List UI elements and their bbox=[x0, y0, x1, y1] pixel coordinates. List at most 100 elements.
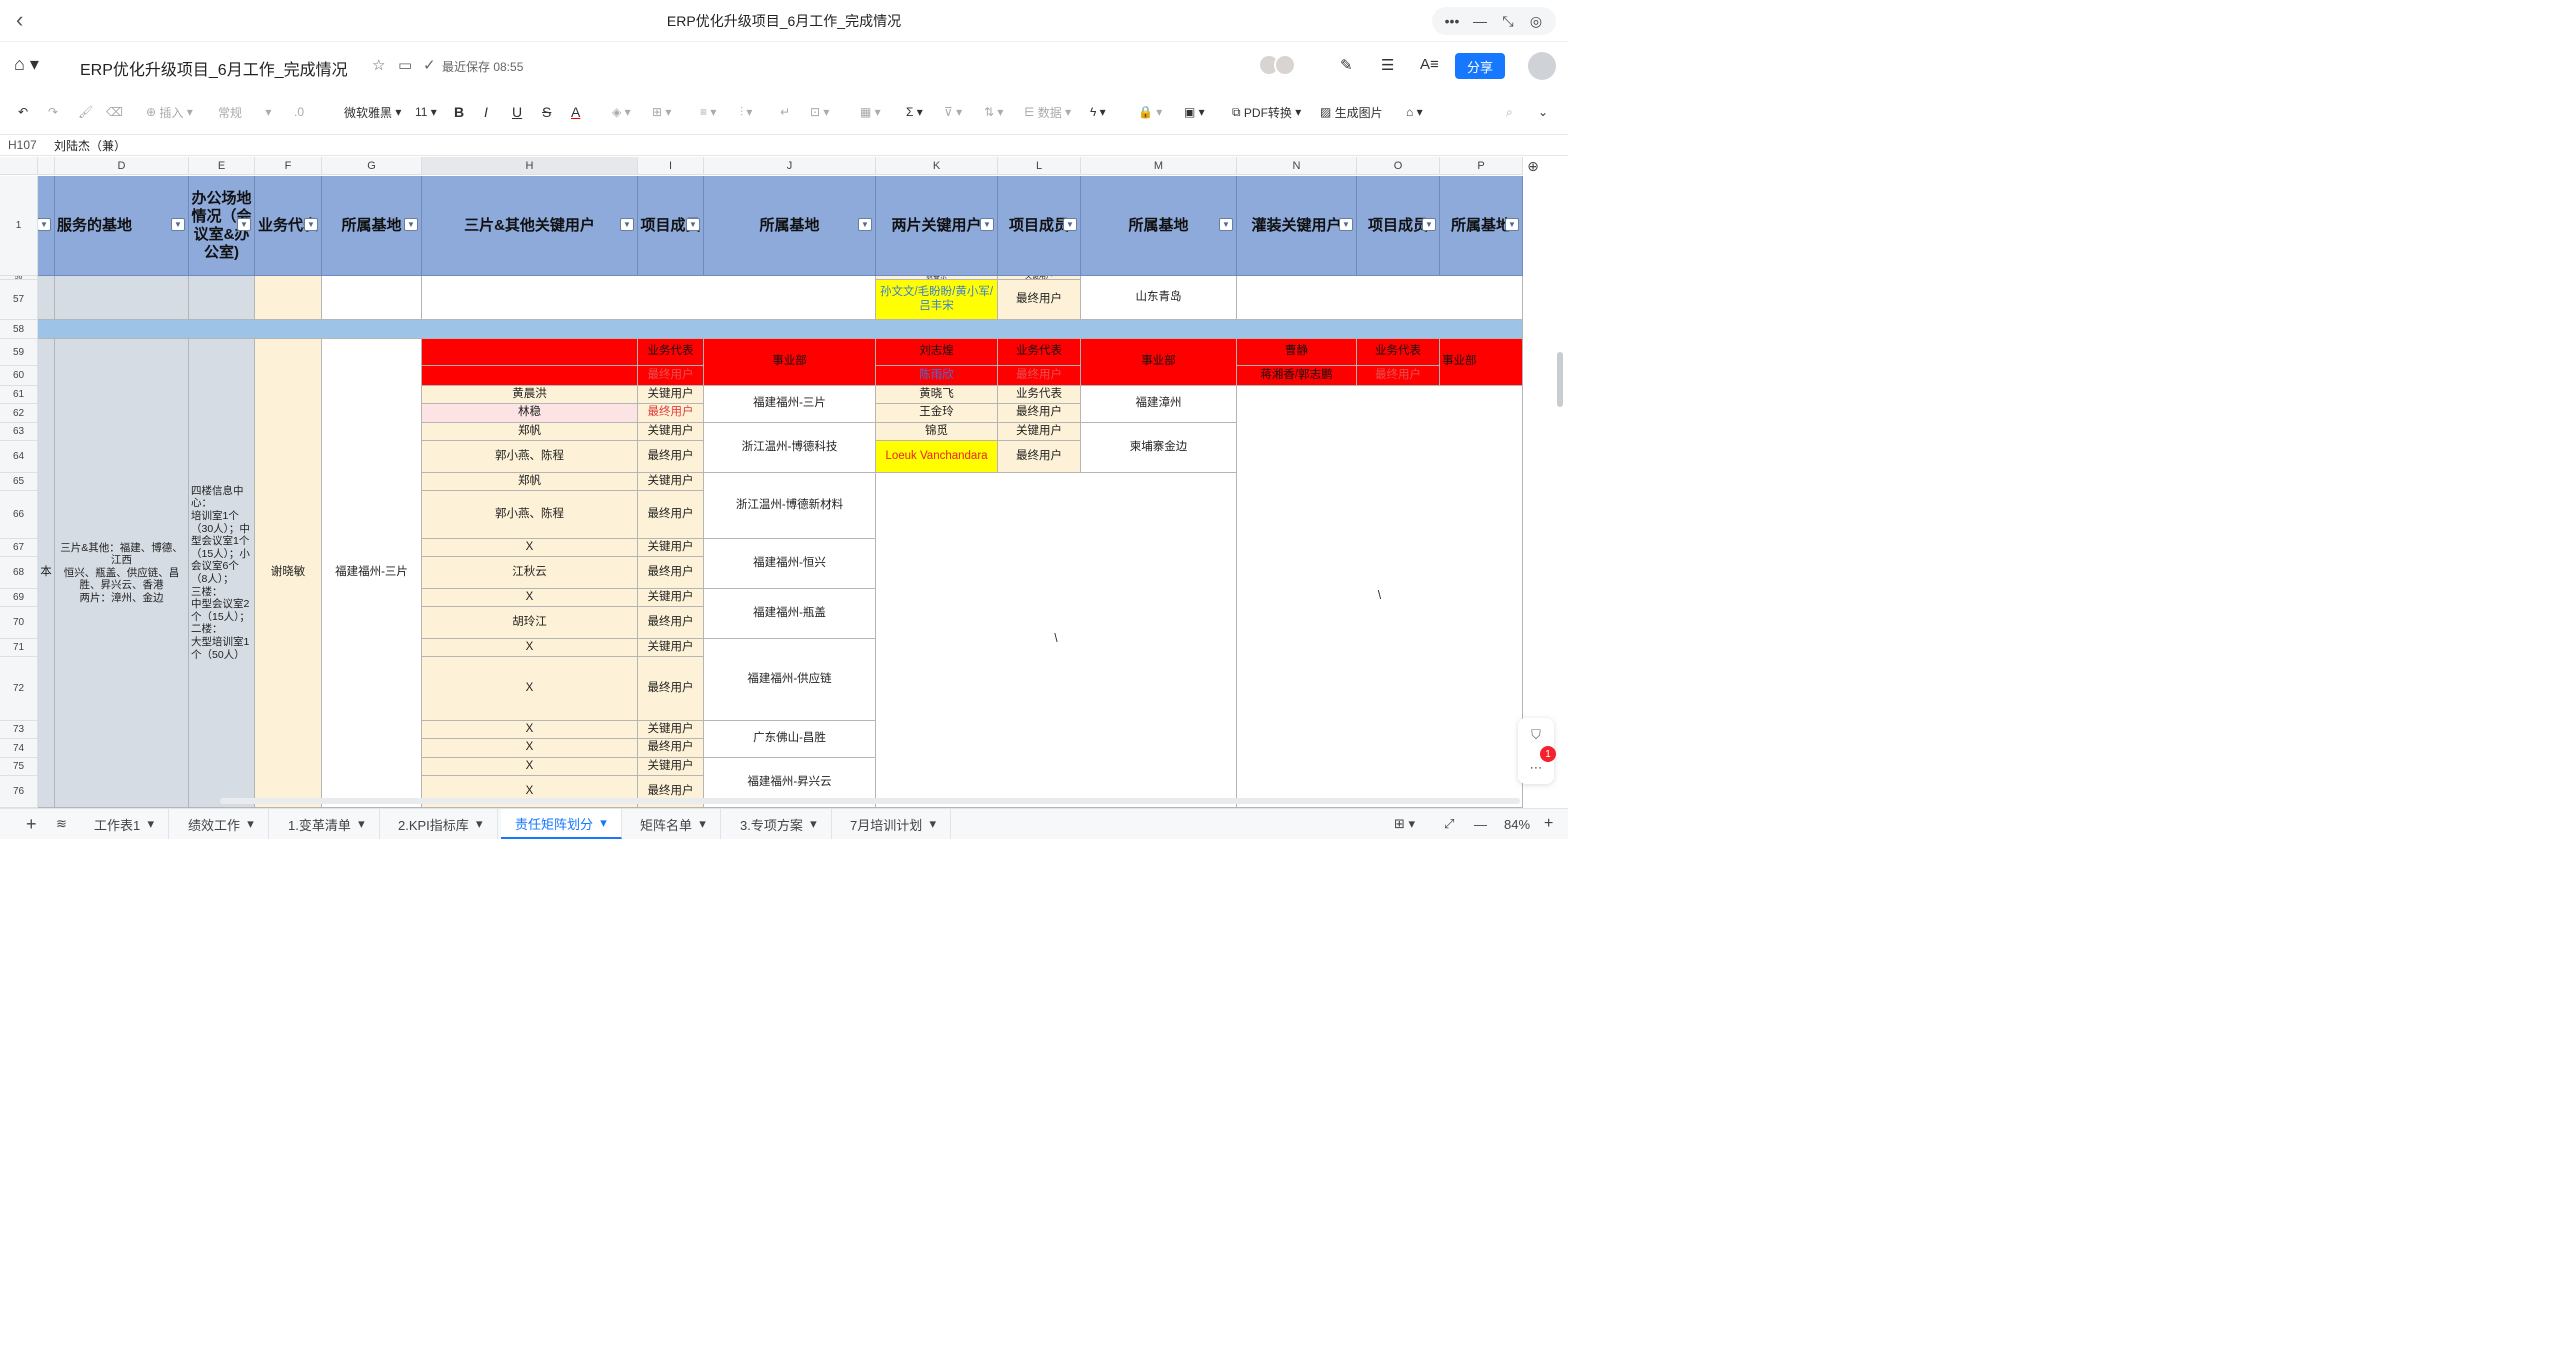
task-icon[interactable]: ✎ bbox=[1340, 56, 1353, 74]
cell[interactable]: X bbox=[422, 539, 638, 557]
cell[interactable]: 三片&其他：福建、博德、江西 恒兴、瓶盖、供应链、昌胜、昇兴云、香港 两片：漳州… bbox=[55, 339, 189, 808]
column-header[interactable]: F bbox=[255, 157, 322, 175]
header-cell[interactable]: 所属基地 ▼ bbox=[704, 176, 876, 276]
cell[interactable] bbox=[422, 366, 638, 386]
close-target-icon[interactable]: ◎ bbox=[1526, 11, 1546, 31]
cell[interactable]: 黄晓飞 bbox=[876, 386, 998, 404]
format-painter-icon[interactable]: 🖌 bbox=[78, 102, 93, 122]
header-cell[interactable]: 项目成员 ▼ bbox=[998, 176, 1081, 276]
row-header[interactable]: 66 bbox=[0, 491, 38, 539]
quick-action-icon[interactable]: ϟ ▾ bbox=[1090, 102, 1106, 122]
cell[interactable]: 江秋云 bbox=[422, 557, 638, 589]
more-dots-icon[interactable]: ⋯ bbox=[1530, 760, 1543, 776]
row-header[interactable]: 68 bbox=[0, 557, 38, 589]
bold-button[interactable]: B bbox=[454, 102, 464, 122]
cell[interactable]: 最终用户 bbox=[638, 366, 704, 386]
column-header[interactable]: J bbox=[704, 157, 876, 175]
sheet-tab-active[interactable]: 责任矩阵划分 ▾ bbox=[501, 809, 622, 839]
cell[interactable] bbox=[322, 276, 422, 320]
cell[interactable]: 王金玲 bbox=[876, 404, 998, 423]
row-header[interactable]: 62 bbox=[0, 404, 38, 423]
cell[interactable]: \ bbox=[876, 473, 1237, 808]
zoom-in-icon[interactable]: + bbox=[1530, 809, 1567, 839]
cell[interactable]: 关键用户 bbox=[638, 386, 704, 404]
filter-icon[interactable]: ▼ bbox=[171, 218, 185, 231]
document-title[interactable]: ERP优化升级项目_6月工作_完成情况 bbox=[80, 56, 348, 80]
filter-icon[interactable]: ▼ bbox=[1063, 218, 1077, 231]
cell[interactable]: 业务代表 bbox=[1357, 339, 1440, 366]
cell[interactable]: X bbox=[422, 657, 638, 721]
number-format-select[interactable]: 常规 ▾ bbox=[218, 102, 271, 122]
share-button[interactable]: 分享 bbox=[1455, 53, 1505, 79]
cell[interactable]: 福建福州-三片 bbox=[322, 339, 422, 808]
search-icon[interactable]: ⌕ bbox=[1506, 102, 1513, 122]
column-header[interactable]: P bbox=[1440, 157, 1523, 175]
filter-icon[interactable]: ▼ bbox=[404, 218, 418, 231]
cell[interactable]: 事业部 bbox=[1081, 339, 1237, 386]
cell[interactable]: 锦觅 bbox=[876, 423, 998, 441]
row-header[interactable]: 58 bbox=[0, 320, 38, 339]
cell[interactable]: 郑帆 bbox=[422, 423, 638, 441]
cell[interactable]: 陈雨欣 bbox=[876, 366, 998, 386]
view-mode-icon[interactable]: ⊞ ▾ bbox=[1380, 809, 1429, 839]
cell[interactable]: 关键用户 bbox=[638, 721, 704, 739]
border-icon[interactable]: ⊞ ▾ bbox=[652, 102, 671, 122]
cell[interactable]: 业务代表 bbox=[638, 339, 704, 366]
cell[interactable]: 孙文文/毛盼盼/黄小军/吕丰宋 bbox=[876, 280, 998, 320]
cell[interactable]: 林稳 bbox=[422, 404, 638, 423]
cell[interactable] bbox=[38, 276, 55, 320]
lock-icon[interactable]: 🔒 ▾ bbox=[1138, 102, 1162, 122]
cell[interactable]: 最终用户 bbox=[638, 657, 704, 721]
header-cell[interactable]: 所属基地 ▼ bbox=[322, 176, 422, 276]
cell[interactable] bbox=[422, 276, 876, 320]
cell[interactable]: X bbox=[422, 589, 638, 607]
cell[interactable]: 最终用户 bbox=[638, 441, 704, 473]
user-avatar[interactable] bbox=[1528, 52, 1556, 80]
cell[interactable]: 浙江温州-博德科技 bbox=[704, 423, 876, 473]
underline-button[interactable]: U bbox=[512, 102, 522, 122]
cell[interactable]: Loeuk Vanchandara bbox=[876, 441, 998, 473]
separator-row[interactable] bbox=[38, 320, 1523, 339]
cell[interactable]: 最终用户 bbox=[638, 739, 704, 758]
header-cell[interactable]: 项目成员 ▼ bbox=[638, 176, 704, 276]
filter-icon[interactable]: ▼ bbox=[686, 218, 700, 231]
header-cell[interactable]: 灌装关键用户 ▼ bbox=[1237, 176, 1357, 276]
row-header[interactable]: 64 bbox=[0, 441, 38, 473]
filter-icon[interactable]: ⊽ ▾ bbox=[944, 102, 962, 122]
cell[interactable]: 最终用户 bbox=[998, 366, 1081, 386]
cell[interactable]: 关键用户 bbox=[638, 473, 704, 491]
table-style-icon[interactable]: ▦ ▾ bbox=[860, 102, 881, 122]
sheet-tab[interactable]: 3.专项方案 ▾ bbox=[726, 809, 832, 839]
filter-icon[interactable]: ▼ bbox=[1219, 218, 1233, 231]
row-header[interactable]: 59 bbox=[0, 339, 38, 366]
column-header[interactable]: H bbox=[422, 157, 638, 175]
cell[interactable]: 最终用户 bbox=[638, 607, 704, 639]
eraser-icon[interactable]: ⌫ bbox=[106, 102, 123, 122]
header-cell[interactable]: 业务代表 ▼ bbox=[255, 176, 322, 276]
column-header[interactable]: G bbox=[322, 157, 422, 175]
cell[interactable]: 关键用户 bbox=[638, 589, 704, 607]
row-header[interactable]: 76 bbox=[0, 776, 38, 808]
freeze-icon[interactable]: ▣ ▾ bbox=[1184, 102, 1205, 122]
sheet-tab[interactable]: 1.变革清单 ▾ bbox=[274, 809, 380, 839]
valign-icon[interactable]: ⫶ ▾ bbox=[740, 102, 752, 122]
cell[interactable]: X bbox=[422, 758, 638, 776]
cell[interactable]: 业务代表 bbox=[998, 339, 1081, 366]
cell[interactable]: 黄晨洪 bbox=[422, 386, 638, 404]
sheet-list-icon[interactable]: ≋ bbox=[42, 809, 81, 839]
column-header[interactable]: D bbox=[55, 157, 189, 175]
collaborator-avatars[interactable] bbox=[1258, 54, 1296, 76]
header-cell[interactable]: ▼ bbox=[38, 176, 55, 276]
sort-icon[interactable]: ⇅ ▾ bbox=[984, 102, 1003, 122]
row-header[interactable]: 63 bbox=[0, 423, 38, 441]
cell[interactable]: 蒋湘香/郭志鹏 bbox=[1237, 366, 1357, 386]
row-header[interactable]: 1 bbox=[0, 176, 38, 276]
filter-icon[interactable]: ▼ bbox=[304, 218, 318, 231]
font-select[interactable]: 微软雅黑 ▾ bbox=[344, 102, 401, 122]
cell[interactable]: 关键用户 bbox=[998, 423, 1081, 441]
column-header[interactable]: N bbox=[1237, 157, 1357, 175]
header-cell[interactable]: 所属基地 ▼ bbox=[1081, 176, 1237, 276]
italic-button[interactable]: I bbox=[484, 102, 488, 122]
cell[interactable]: 最终用户 bbox=[998, 280, 1081, 320]
row-header[interactable]: 74 bbox=[0, 739, 38, 758]
